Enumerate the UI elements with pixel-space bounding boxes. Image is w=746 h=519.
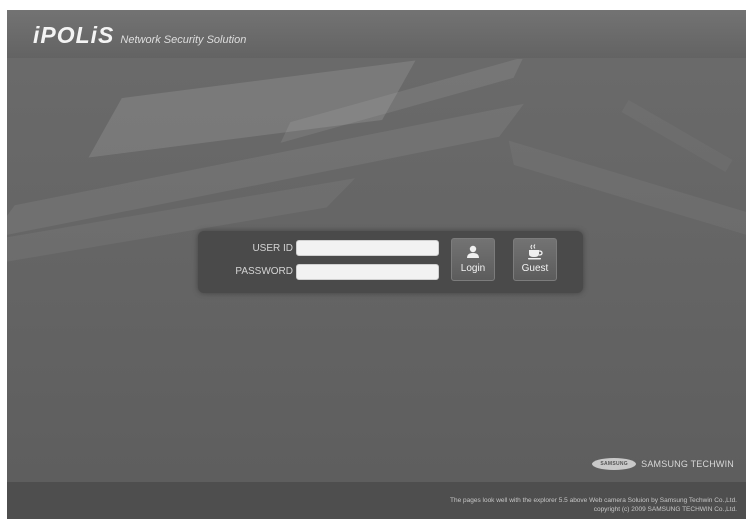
user-id-input[interactable] [296,240,439,256]
ipolis-logo: iPOLiS [33,22,115,48]
guest-button[interactable]: Guest [513,238,557,281]
login-panel: USER ID PASSWORD Login Guest [198,231,583,293]
user-icon [467,245,479,258]
logo-tagline: Network Security Solution [120,34,247,46]
password-label: PASSWORD [235,266,293,277]
header-bar: iPOLiS Network Security Solution [7,10,746,59]
brand-name: SAMSUNG TECHWIN [641,459,734,469]
coffee-cup-icon [528,244,543,260]
user-id-label: USER ID [252,243,293,254]
login-button[interactable]: Login [451,238,495,281]
samsung-logo: SAMSUNG [592,458,637,470]
background-area: USER ID PASSWORD Login Guest [7,59,746,482]
samsung-techwin-brand: SAMSUNG SAMSUNG TECHWIN [592,458,734,470]
footer-bar: The pages look well with the explorer 5.… [7,482,746,519]
guest-button-label: Guest [521,263,549,274]
decorative-streak [621,99,733,173]
app-frame: iPOLiS Network Security Solution USER ID… [7,10,746,519]
password-input[interactable] [296,264,439,280]
logo-group: iPOLiS Network Security Solution [33,22,246,49]
footer-copyright: copyright (c) 2009 SAMSUNG TECHWIN Co.,L… [593,506,737,513]
footer-browser-note: The pages look well with the explorer 5.… [449,497,737,504]
login-button-label: Login [460,263,486,274]
